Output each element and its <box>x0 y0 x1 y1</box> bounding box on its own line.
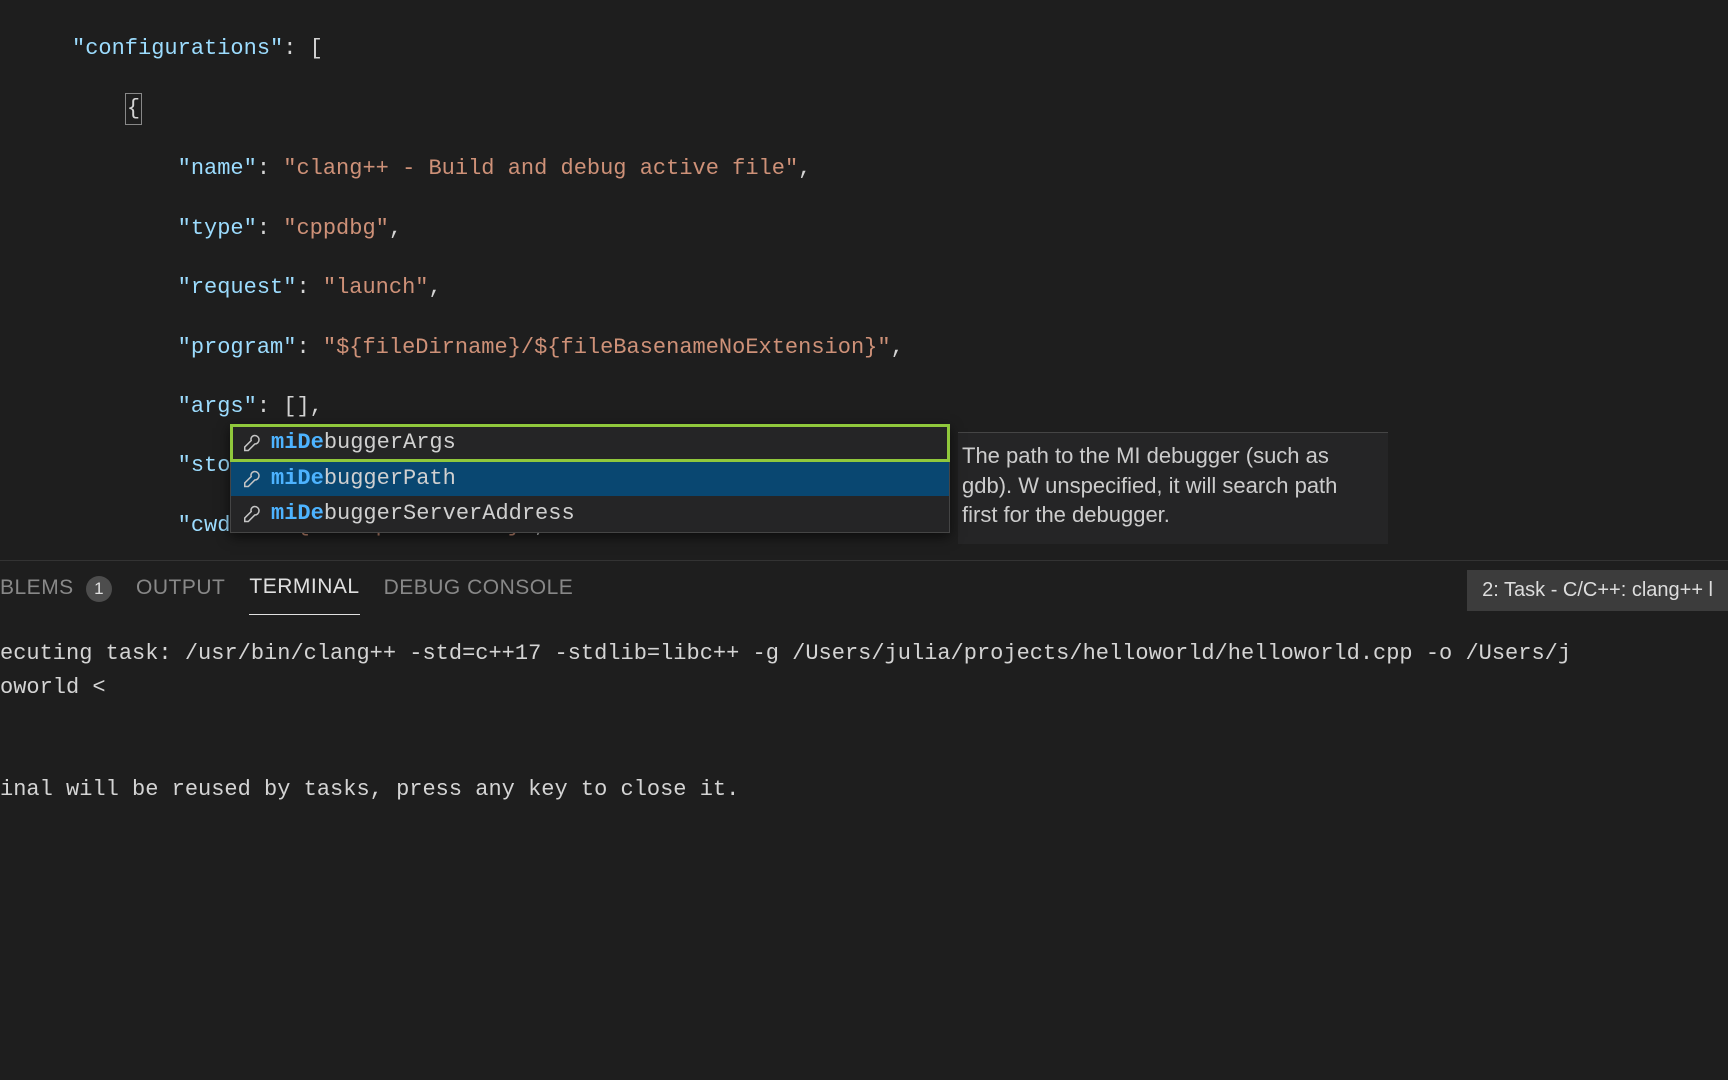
json-val-type: cppdbg <box>296 216 375 241</box>
tab-problems[interactable]: BLEMS 1 <box>0 562 112 614</box>
suggestion-rest: buggerArgs <box>324 428 456 458</box>
suggestion-rest: buggerServerAddress <box>324 499 575 529</box>
json-val-request: launch <box>336 275 415 300</box>
terminal-output[interactable]: ecuting task: /usr/bin/clang++ -std=c++1… <box>0 615 1728 807</box>
json-key-request: request <box>191 275 283 300</box>
json-key-args: args <box>191 394 244 419</box>
autocomplete-popup[interactable]: miDebuggerArgsmiDebuggerPathmiDebuggerSe… <box>230 424 950 533</box>
terminal-task-dropdown[interactable]: 2: Task - C/C++: clang++ l <box>1467 570 1728 611</box>
json-val-program: ${fileDirname}/${fileBasenameNoExtension… <box>336 335 877 360</box>
json-key-cwd: cwd <box>191 513 231 538</box>
wrench-icon <box>241 469 261 489</box>
bottom-panel: BLEMS 1 OUTPUT TERMINAL DEBUG CONSOLE 2:… <box>0 560 1728 1080</box>
problems-count-badge: 1 <box>86 576 112 602</box>
suggestion-rest: buggerPath <box>324 464 456 494</box>
suggestion-match: miDe <box>271 428 324 458</box>
bracket-open-icon: { <box>125 93 142 125</box>
wrench-icon <box>241 504 261 524</box>
suggestion-doc-tooltip: The path to the MI debugger (such as gdb… <box>958 432 1388 544</box>
suggestion-item[interactable]: miDebuggerServerAddress <box>231 496 949 532</box>
json-key-program: program <box>191 335 283 360</box>
tab-terminal[interactable]: TERMINAL <box>249 561 359 614</box>
tab-debug-console[interactable]: DEBUG CONSOLE <box>384 562 574 614</box>
json-val-name: clang++ - Build and debug active file <box>296 156 784 181</box>
wrench-icon <box>241 433 261 453</box>
suggestion-match: miDe <box>271 464 324 494</box>
json-key-name: name <box>191 156 244 181</box>
json-key-configurations: configurations <box>85 36 270 61</box>
suggestion-item[interactable]: miDebuggerPath <box>231 461 949 497</box>
json-key-type: type <box>191 216 244 241</box>
suggestion-match: miDe <box>271 499 324 529</box>
panel-tabs: BLEMS 1 OUTPUT TERMINAL DEBUG CONSOLE 2:… <box>0 561 1728 615</box>
tab-problems-label: BLEMS <box>0 576 74 599</box>
suggestion-item[interactable]: miDebuggerArgs <box>231 425 949 461</box>
tab-output[interactable]: OUTPUT <box>136 562 225 614</box>
